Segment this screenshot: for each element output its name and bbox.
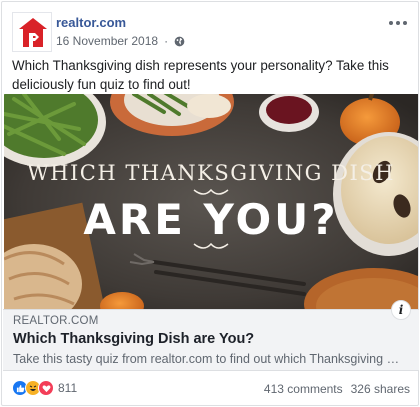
link-title[interactable]: Which Thanksgiving Dish are You? [13,331,254,347]
love-icon [38,380,54,396]
page-name-link[interactable]: realtor.com [56,15,126,30]
post-meta: 16 November 2018 · [56,34,185,48]
image-headline-line2: ARE YOU? [83,195,338,244]
link-domain: REALTOR.COM [13,315,99,327]
reactions-bar: 811 413 comments 326 shares [12,378,410,398]
post-timestamp[interactable]: 16 November 2018 [56,34,158,48]
meta-separator: · [164,34,169,48]
thanksgiving-food-image: WHICH THANKSGIVING DISH ARE YOU? [4,94,418,309]
shares-count[interactable]: 326 shares [351,382,410,396]
realtor-logo-icon [13,13,51,51]
globe-icon[interactable] [174,36,185,47]
ellipsis-icon[interactable] [386,16,410,30]
comments-count[interactable]: 413 comments [264,382,343,396]
link-preview-image[interactable]: WHICH THANKSGIVING DISH ARE YOU? [4,94,418,309]
page-avatar[interactable] [12,12,52,52]
link-caption[interactable]: REALTOR.COM Which Thanksgiving Dish are … [3,300,419,371]
engagement-stats: 413 comments 326 shares [264,382,410,396]
post-card: realtor.com 16 November 2018 · Which Tha… [1,1,419,406]
reaction-count: 811 [58,381,78,395]
link-description: Take this tasty quiz from realtor.com to… [13,352,405,366]
image-headline-line1: WHICH THANKSGIVING DISH [27,161,395,185]
post-text: Which Thanksgiving dish represents your … [12,58,389,92]
reaction-summary[interactable]: 811 [12,380,77,396]
info-icon[interactable]: i [391,300,411,320]
post-header: realtor.com 16 November 2018 · [12,12,410,52]
